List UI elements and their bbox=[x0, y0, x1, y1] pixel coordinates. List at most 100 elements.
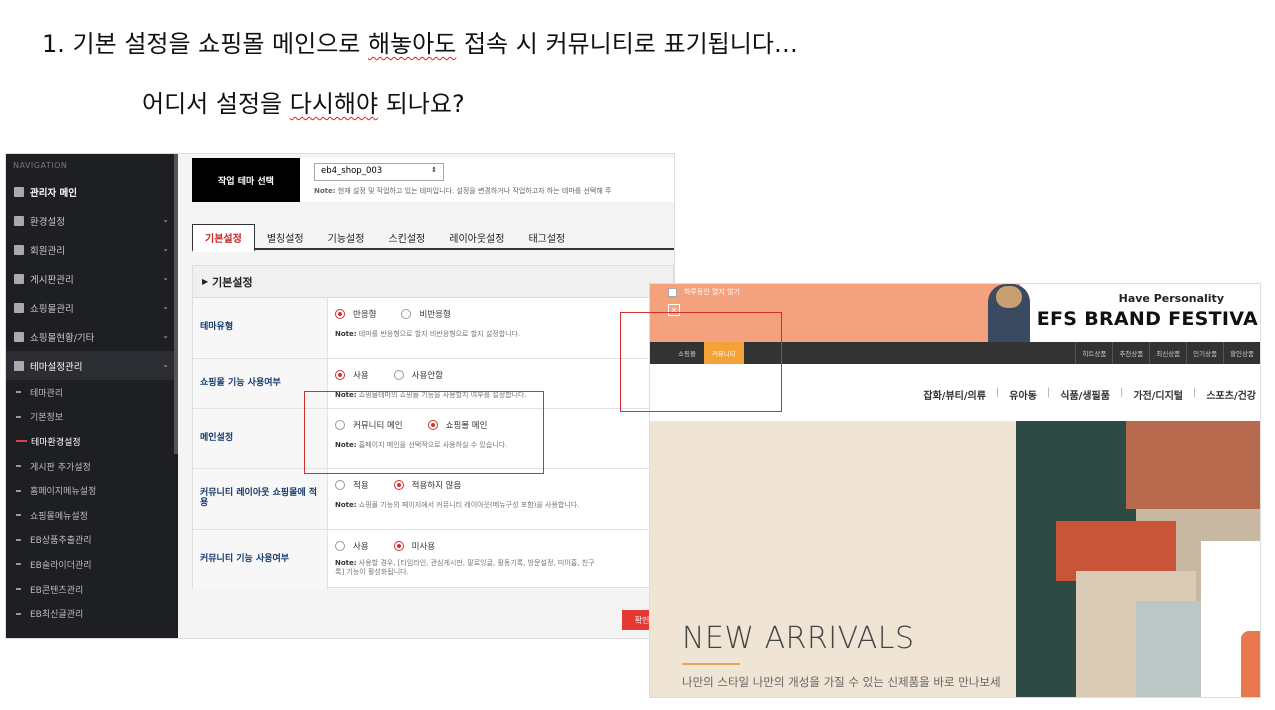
radio-group: 반응형 비반응형 bbox=[335, 308, 666, 320]
topnav-recommend[interactable]: 추천상품 bbox=[1112, 342, 1149, 364]
sub-item[interactable]: 테마관리 bbox=[14, 380, 178, 405]
radio-option[interactable]: 적용 bbox=[335, 479, 369, 491]
nav-item-members[interactable]: 회원관리 ⌄ bbox=[6, 235, 178, 264]
row-value: 적용 적용하지 않음 Note: 쇼핑몰 기능의 페이지에서 커뮤니티 레이아웃… bbox=[328, 469, 673, 529]
radio-option[interactable]: 사용안함 bbox=[393, 369, 443, 381]
category-separator: | bbox=[1192, 387, 1197, 398]
q1-text-b: 접속 시 커뮤니티로 표기됩니다… bbox=[456, 30, 798, 58]
model-hair bbox=[996, 286, 1022, 308]
radio-unchecked[interactable] bbox=[335, 541, 345, 551]
radio-group: 사용 사용안함 bbox=[335, 369, 666, 381]
sub-item-label: 테마환경설정 bbox=[31, 437, 81, 448]
sub-item[interactable]: EB콘텐츠관리 bbox=[14, 577, 178, 602]
sub-item[interactable]: EB상품추출관리 bbox=[14, 528, 178, 553]
q1-text-squig: 해놓아도 bbox=[368, 30, 457, 58]
nav-item-settings[interactable]: 환경설정 ⌄ bbox=[6, 206, 178, 235]
caret-right-icon: ▶ bbox=[202, 277, 209, 286]
radio-label: 반응형 bbox=[353, 310, 377, 320]
sub-item-active[interactable]: 테마환경설정 bbox=[14, 429, 178, 454]
row-note: Note: 쇼핑몰 기능의 페이지에서 커뮤니티 레이아웃(메뉴구성 포함)을 … bbox=[335, 501, 666, 510]
theme-submenu: 테마관리 기본정보 테마환경설정 게시판 추가설정 홈페이지메뉴설정 쇼핑몰메뉴… bbox=[6, 380, 178, 626]
radio-group: 사용 미사용 bbox=[335, 540, 666, 552]
radio-label: 사용안함 bbox=[411, 371, 443, 381]
sub-item[interactable]: 쇼핑몰메뉴설정 bbox=[14, 503, 178, 528]
radio-unchecked[interactable] bbox=[335, 480, 345, 490]
tab-layout[interactable]: 레이아웃설정 bbox=[437, 224, 516, 250]
radio-checked[interactable] bbox=[393, 541, 404, 551]
dash-icon bbox=[16, 514, 21, 517]
theme-select-value: eb4_shop_003 bbox=[321, 166, 383, 176]
dash-icon bbox=[16, 588, 21, 591]
topnav-sale[interactable]: 할인상품 bbox=[1223, 342, 1260, 364]
nav-item-label: 테마설정관리 bbox=[30, 361, 83, 373]
category-kids[interactable]: 유아동 bbox=[1009, 387, 1037, 402]
radio-option[interactable]: 미사용 bbox=[393, 540, 435, 552]
q2-text-b: 되나요? bbox=[378, 90, 465, 118]
topnav-new[interactable]: 최신상품 bbox=[1149, 342, 1186, 364]
tab-basic[interactable]: 기본설정 bbox=[192, 224, 255, 252]
hero-section: NEW ARRIVALS 나만의 스타일 나만의 개성을 가질 수 있는 신제품… bbox=[650, 421, 1260, 697]
pie-chart-icon bbox=[14, 331, 24, 342]
note-prefix: Note: bbox=[314, 187, 336, 195]
cart-icon bbox=[14, 302, 24, 313]
radio-checked[interactable] bbox=[335, 309, 345, 319]
row-label: 커뮤니티 레이아웃 쇼핑몰에 적용 bbox=[193, 469, 328, 529]
tab-function[interactable]: 기능설정 bbox=[316, 224, 377, 250]
theme-select[interactable]: eb4_shop_003 ⇕ bbox=[314, 163, 444, 181]
hero-block bbox=[1241, 631, 1260, 697]
q2-text-a: 어디서 설정을 bbox=[142, 90, 290, 118]
sub-item-label: 홈페이지메뉴설정 bbox=[30, 487, 97, 498]
nav-item-admin-main[interactable]: 관리자 메인 bbox=[6, 177, 178, 206]
tab-alias[interactable]: 별칭설정 bbox=[255, 224, 316, 250]
popup-checkbox[interactable] bbox=[668, 288, 677, 297]
nav-item-shop[interactable]: 쇼핑몰관리 ⌄ bbox=[6, 293, 178, 322]
panel-title: 기본설정 bbox=[212, 275, 253, 289]
tab-tag[interactable]: 태그설정 bbox=[516, 224, 577, 250]
radio-unchecked[interactable] bbox=[393, 370, 404, 380]
nav-item-shop-status[interactable]: 쇼핑몰현황/기타 ⌄ bbox=[6, 322, 178, 351]
category-sports[interactable]: 스포츠/건강 bbox=[1206, 387, 1256, 402]
dash-icon bbox=[16, 563, 21, 566]
radio-checked[interactable] bbox=[393, 480, 404, 490]
category-food[interactable]: 식품/생필품 bbox=[1060, 387, 1110, 402]
dash-icon bbox=[16, 465, 21, 468]
radio-unchecked[interactable] bbox=[401, 309, 412, 319]
radio-checked[interactable] bbox=[335, 370, 345, 380]
row-note: Note: 테마를 반응형으로 할지 비반응형으로 할지 설정합니다. bbox=[335, 330, 666, 339]
topnav-hit[interactable]: 히트상품 bbox=[1075, 342, 1112, 364]
note-prefix: Note: bbox=[335, 501, 357, 509]
nav-item-label: 관리자 메인 bbox=[30, 187, 78, 199]
hero-block bbox=[1126, 421, 1260, 509]
note-text: 쇼핑몰 기능의 페이지에서 커뮤니티 레이아웃(메뉴구성 포함)을 사용합니다. bbox=[356, 501, 580, 509]
nav-item-label: 게시판관리 bbox=[30, 274, 74, 286]
category-fashion[interactable]: 잡화/뷰티/의류 bbox=[923, 387, 986, 402]
sub-item[interactable]: 게시판 추가설정 bbox=[14, 454, 178, 479]
radio-option[interactable]: 사용 bbox=[335, 369, 369, 381]
slide: 1. 기본 설정을 쇼핑몰 메인으로 해놓아도 접속 시 커뮤니티로 표기됩니다… bbox=[0, 0, 1275, 710]
theme-selector-area: eb4_shop_003 ⇕ Note: 현재 설정 및 작업하고 있는 테마입니… bbox=[300, 158, 674, 202]
chevron-down-icon: ⌄ bbox=[162, 215, 169, 224]
row-community-layout: 커뮤니티 레이아웃 쇼핑몰에 적용 적용 적용하지 않음 Note: 쇼핑몰 기… bbox=[193, 469, 673, 530]
nav-item-theme[interactable]: 테마설정관리 ⌄ bbox=[6, 351, 178, 380]
radio-option[interactable]: 반응형 bbox=[335, 308, 376, 320]
chevron-down-icon: ⌄ bbox=[162, 302, 169, 311]
hero-title: NEW ARRIVALS bbox=[682, 621, 915, 656]
nav-item-label: 쇼핑몰현황/기타 bbox=[30, 332, 95, 344]
category-digital[interactable]: 가전/디지털 bbox=[1133, 387, 1183, 402]
sub-item[interactable]: 기본정보 bbox=[14, 405, 178, 430]
puzzle-icon bbox=[14, 360, 24, 371]
nav-item-board[interactable]: 게시판관리 ⌄ bbox=[6, 264, 178, 293]
sub-item[interactable]: 홈페이지메뉴설정 bbox=[14, 478, 178, 503]
sub-item[interactable]: EB슬라이더관리 bbox=[14, 552, 178, 577]
radio-label: 적용 bbox=[353, 481, 369, 491]
sub-item[interactable]: EB최신글관리 bbox=[14, 601, 178, 626]
dashboard-icon bbox=[14, 186, 24, 197]
tab-skin[interactable]: 스킨설정 bbox=[376, 224, 437, 250]
radio-option[interactable]: 비반응형 bbox=[401, 308, 451, 320]
hero-image bbox=[1016, 421, 1260, 697]
dash-icon bbox=[16, 391, 21, 394]
topnav-popular[interactable]: 인기상품 bbox=[1186, 342, 1223, 364]
radio-option[interactable]: 사용 bbox=[335, 540, 369, 552]
radio-option[interactable]: 적용하지 않음 bbox=[393, 479, 461, 491]
annotation-box-main-setting bbox=[304, 391, 544, 474]
